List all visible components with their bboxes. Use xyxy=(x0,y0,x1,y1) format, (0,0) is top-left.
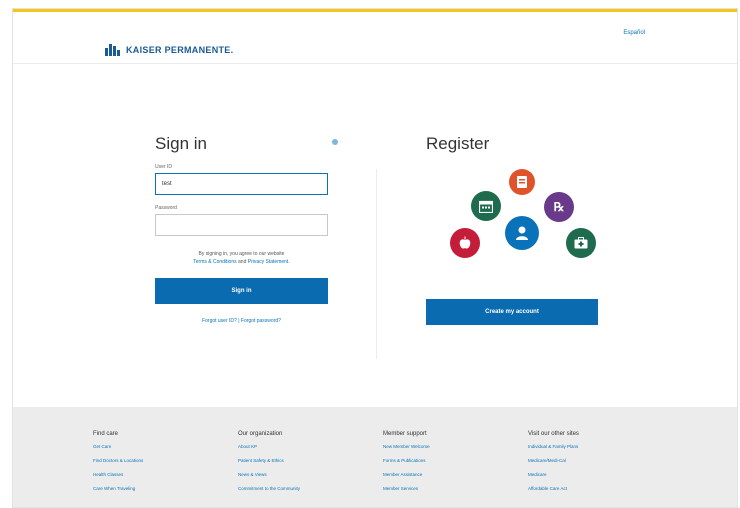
footer-link[interactable]: Affordable Care Act xyxy=(528,486,579,491)
forgot-user-id-link[interactable]: Forgot user ID? xyxy=(202,318,237,324)
calendar-icon xyxy=(471,191,501,221)
signin-title: Sign in xyxy=(155,134,207,153)
footer-heading: Our organization xyxy=(238,431,283,437)
kaiser-logo[interactable]: KAISER PERMANENTE. xyxy=(105,44,233,56)
footer-link[interactable]: About KP xyxy=(238,444,300,449)
footer-link[interactable]: Find Doctors & Locations xyxy=(93,458,143,463)
terms-end: . xyxy=(288,259,290,265)
footer-link[interactable]: Health Classes xyxy=(93,472,143,477)
footer-column-member-support: Member support New Member Welcome Forms … xyxy=(383,431,430,500)
footer-column-our-organization: Our organization About KP Patient Safety… xyxy=(238,431,300,500)
footer-link[interactable]: Member Assistance xyxy=(383,472,430,477)
user-id-label: User ID xyxy=(155,164,172,170)
person-icon xyxy=(505,216,539,250)
footer-column-find-care: Find care Get Care Find Doctors & Locati… xyxy=(93,431,143,500)
signin-panel: Sign in User ID Password By signing in, … xyxy=(155,134,340,324)
footer-column-other-sites: Visit our other sites Individual & Famil… xyxy=(528,431,579,500)
footer-link[interactable]: Patient Safety & Ethics xyxy=(238,458,300,463)
register-illustration: ℞ xyxy=(426,134,601,264)
language-link[interactable]: Español xyxy=(623,30,645,36)
terms-notice: By signing in, you agree to our website … xyxy=(155,250,328,266)
footer-link[interactable]: News & Views xyxy=(238,472,300,477)
footer-link[interactable]: Individual & Family Plans xyxy=(528,444,579,449)
terms-and: and xyxy=(236,259,248,265)
privacy-link[interactable]: Privacy Statement xyxy=(248,259,289,265)
footer-link[interactable]: Care When Traveling xyxy=(93,486,143,491)
page-frame: KAISER PERMANENTE. Español Sign in User … xyxy=(12,8,738,508)
forgot-password-link[interactable]: Forgot password? xyxy=(241,318,281,324)
rx-icon: ℞ xyxy=(544,192,574,222)
signin-button[interactable]: Sign in xyxy=(155,278,328,304)
register-panel: Register ℞ Create my account xyxy=(426,134,601,325)
terms-text: By signing in, you agree to our website xyxy=(198,251,285,257)
site-header: KAISER PERMANENTE. Español xyxy=(13,12,737,64)
terms-link[interactable]: Terms & Conditions xyxy=(193,259,236,265)
site-footer: Find care Get Care Find Doctors & Locati… xyxy=(13,407,737,507)
footer-link[interactable]: Member Services xyxy=(383,486,430,491)
kaiser-logo-icon xyxy=(105,44,121,56)
footer-link[interactable]: Medicare/Medi-Cal xyxy=(528,458,579,463)
footer-heading: Member support xyxy=(383,431,427,437)
forgot-links: Forgot user ID? | Forgot password? xyxy=(155,318,328,324)
apple-icon xyxy=(450,228,480,258)
panel-divider xyxy=(376,169,377,359)
footer-heading: Find care xyxy=(93,431,119,437)
help-icon[interactable] xyxy=(332,139,338,145)
password-label: Password xyxy=(155,205,177,211)
user-id-input[interactable] xyxy=(155,173,328,195)
footer-link[interactable]: Get Care xyxy=(93,444,143,449)
footer-link[interactable]: New Member Welcome xyxy=(383,444,430,449)
footer-link[interactable]: Commitment to the Community xyxy=(238,486,300,491)
first-aid-icon xyxy=(566,228,596,258)
footer-heading: Visit our other sites xyxy=(528,431,579,437)
footer-link[interactable]: Forms & Publications xyxy=(383,458,430,463)
footer-link[interactable]: Medicare xyxy=(528,472,579,477)
create-account-button[interactable]: Create my account xyxy=(426,299,598,325)
logo-text: KAISER PERMANENTE. xyxy=(126,45,234,55)
password-input[interactable] xyxy=(155,214,328,236)
clipboard-icon xyxy=(509,169,535,195)
